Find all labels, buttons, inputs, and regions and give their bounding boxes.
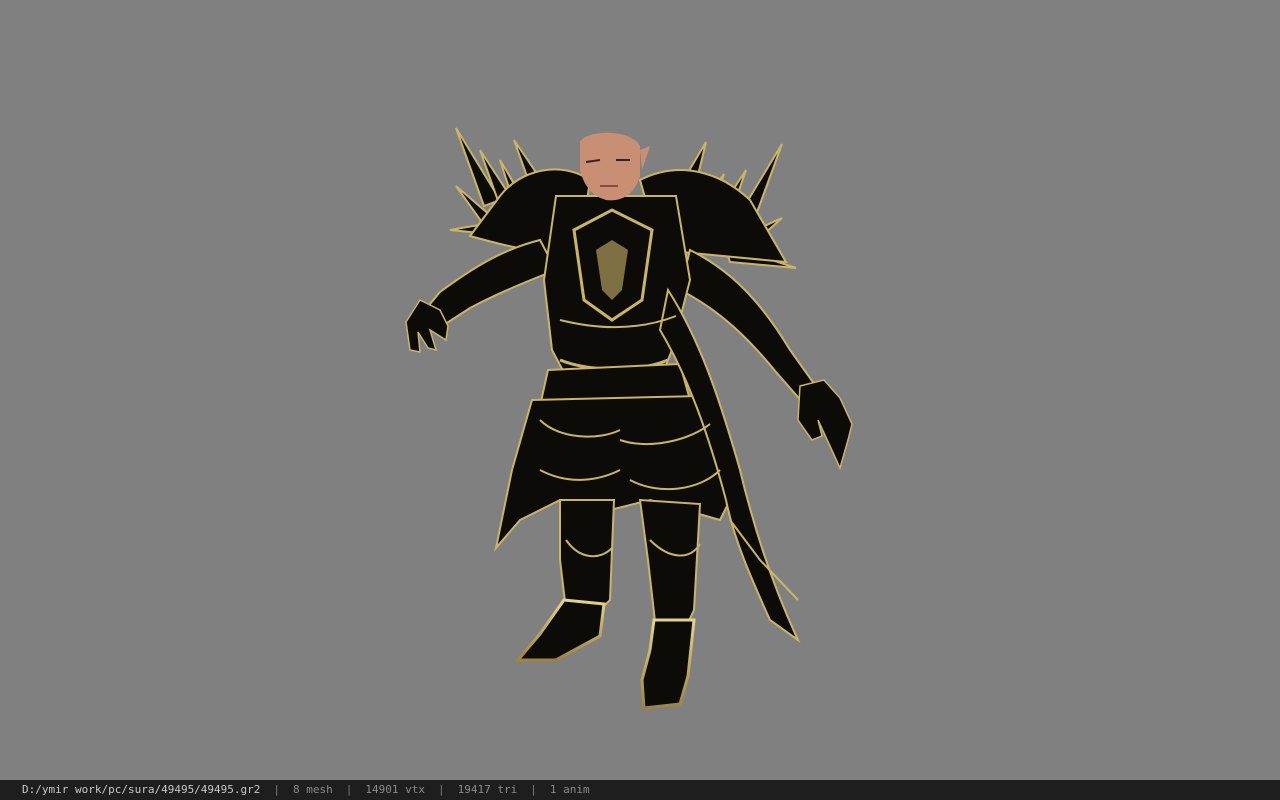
character-model	[405, 127, 853, 710]
animation-count: 1 anim	[549, 783, 590, 796]
3d-viewport[interactable]	[0, 0, 1280, 780]
file-path: D:/ymir work/pc/sura/49495/49495.gr2	[22, 783, 261, 796]
vertex-count: 14901 vtx	[365, 783, 426, 796]
separator: |	[438, 783, 445, 796]
left-boot	[514, 598, 606, 662]
separator: |	[345, 783, 353, 796]
character-head	[580, 132, 650, 201]
right-boot	[640, 618, 696, 710]
right-hand	[797, 379, 853, 471]
triangle-count: 19417 tri	[457, 783, 518, 796]
separator: |	[273, 783, 281, 796]
status-bar: D:/ymir work/pc/sura/49495/49495.gr2 | 8 m…	[0, 780, 1280, 800]
separator: |	[530, 783, 537, 796]
mesh-count: 8 mesh	[293, 783, 333, 796]
